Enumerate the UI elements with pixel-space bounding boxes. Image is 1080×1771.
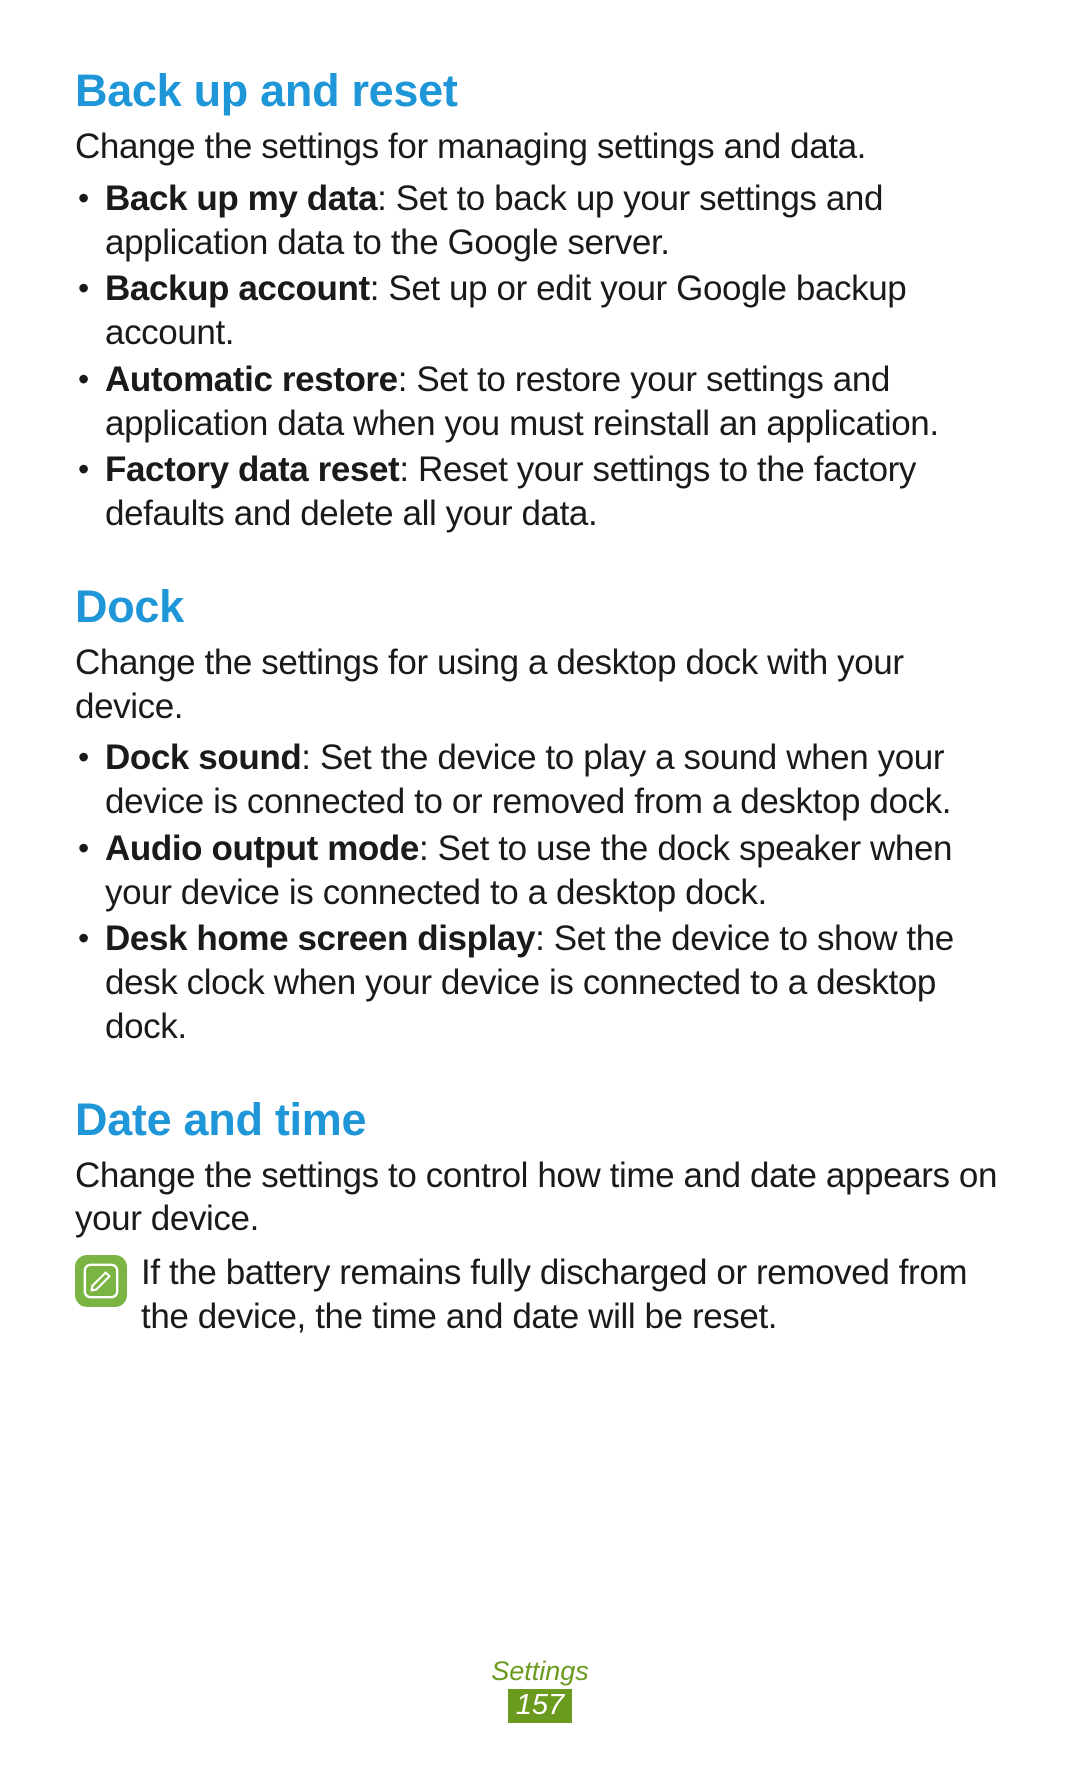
- desc-date-time: Change the settings to control how time …: [75, 1154, 1005, 1242]
- section-dock: Dock Change the settings for using a des…: [75, 581, 1005, 1049]
- footer-section-label: Settings: [0, 1656, 1080, 1687]
- list-item: Desk home screen display: Set the device…: [75, 917, 1005, 1048]
- note-text: If the battery remains fully discharged …: [141, 1251, 1005, 1339]
- note-row: If the battery remains fully discharged …: [75, 1251, 1005, 1339]
- list-item: Factory data reset: Reset your settings …: [75, 448, 1005, 536]
- desc-dock: Change the settings for using a desktop …: [75, 641, 1005, 729]
- list-item: Dock sound: Set the device to play a sou…: [75, 736, 1005, 824]
- section-backup-reset: Back up and reset Change the settings fo…: [75, 65, 1005, 536]
- heading-backup-reset: Back up and reset: [75, 65, 1005, 117]
- item-label: Desk home screen display: [105, 919, 535, 958]
- item-label: Dock sound: [105, 738, 301, 777]
- desc-backup-reset: Change the settings for managing setting…: [75, 125, 1005, 169]
- heading-date-time: Date and time: [75, 1094, 1005, 1146]
- list-item: Backup account: Set up or edit your Goog…: [75, 267, 1005, 355]
- item-label: Factory data reset: [105, 450, 399, 489]
- note-icon: [75, 1255, 127, 1307]
- item-label: Back up my data: [105, 179, 377, 218]
- section-date-time: Date and time Change the settings to con…: [75, 1094, 1005, 1339]
- heading-dock: Dock: [75, 581, 1005, 633]
- item-label: Automatic restore: [105, 360, 398, 399]
- list-item: Back up my data: Set to back up your set…: [75, 177, 1005, 265]
- pencil-note-icon: [82, 1262, 120, 1300]
- list-dock: Dock sound: Set the device to play a sou…: [75, 736, 1005, 1048]
- list-backup-reset: Back up my data: Set to back up your set…: [75, 177, 1005, 536]
- item-label: Audio output mode: [105, 829, 419, 868]
- page-footer: Settings 157: [0, 1656, 1080, 1723]
- list-item: Audio output mode: Set to use the dock s…: [75, 827, 1005, 915]
- item-label: Backup account: [105, 269, 370, 308]
- page-number: 157: [508, 1689, 572, 1723]
- list-item: Automatic restore: Set to restore your s…: [75, 358, 1005, 446]
